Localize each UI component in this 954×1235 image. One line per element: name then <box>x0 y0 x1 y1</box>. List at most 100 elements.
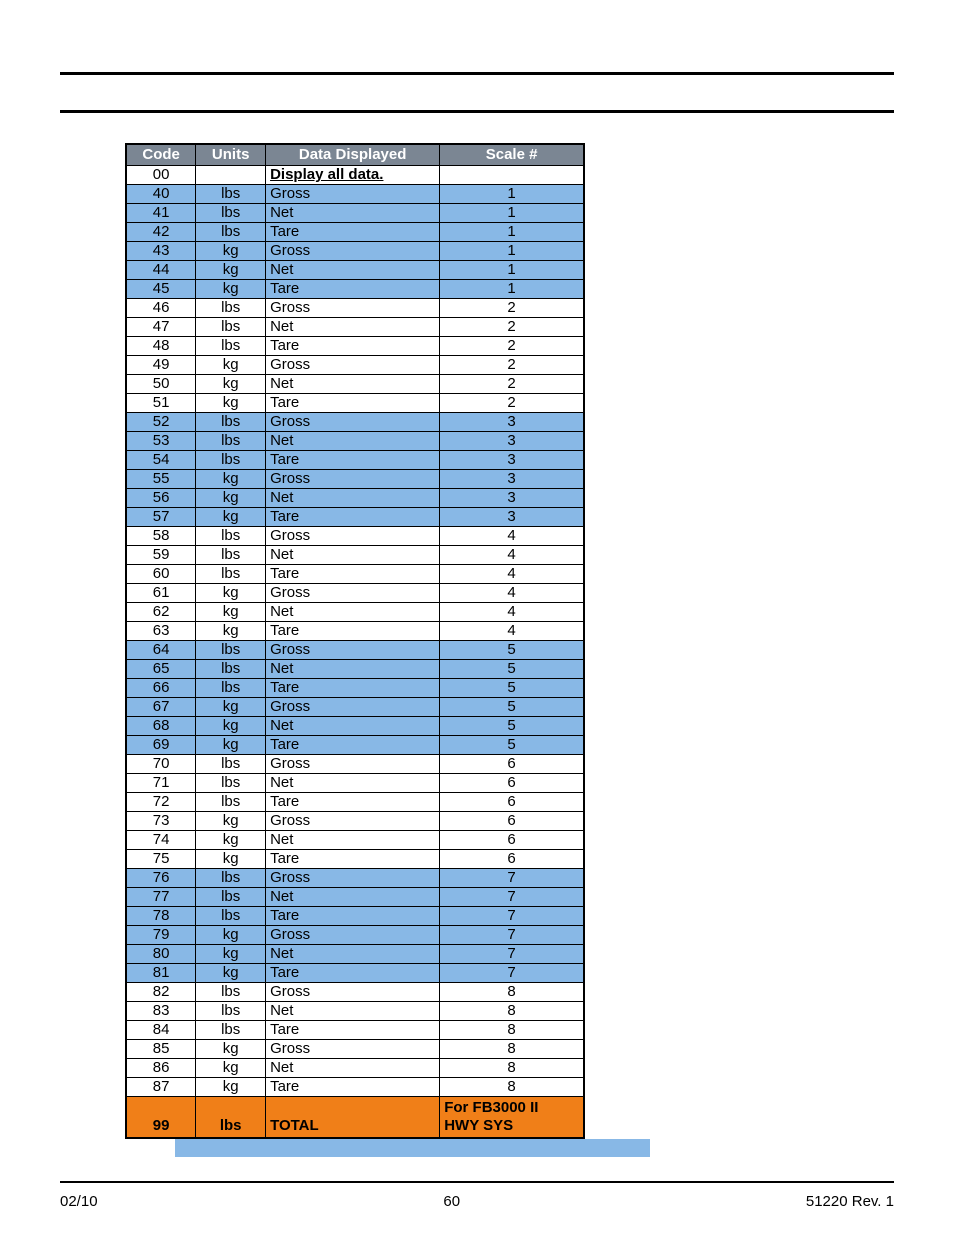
cell-data: Tare <box>266 793 440 812</box>
cell-code: 61 <box>126 584 196 603</box>
cell-units: lbs <box>196 223 266 242</box>
table-row: 00 Display all data. <box>126 166 584 185</box>
cell-data: Gross <box>266 641 440 660</box>
cell-units: kg <box>196 831 266 850</box>
cell-units: lbs <box>196 660 266 679</box>
header-units: Units <box>196 144 266 166</box>
cell-code: 65 <box>126 660 196 679</box>
cell-units: kg <box>196 242 266 261</box>
cell-data: Net <box>266 204 440 223</box>
cell-code: 55 <box>126 470 196 489</box>
footer-right: 51220 Rev. 1 <box>806 1193 894 1210</box>
table-row: 48lbsTare2 <box>126 337 584 356</box>
cell-scale: 5 <box>440 641 584 660</box>
cell-data: Tare <box>266 451 440 470</box>
cell-scale: 4 <box>440 546 584 565</box>
cell-units: lbs <box>196 527 266 546</box>
table-row: 76lbsGross7 <box>126 869 584 888</box>
cell-data: Tare <box>266 622 440 641</box>
cell-data: Gross <box>266 983 440 1002</box>
table-row: 70lbsGross6 <box>126 755 584 774</box>
cell-data: Gross <box>266 185 440 204</box>
table-row: 44kgNet1 <box>126 261 584 280</box>
cell-scale: 7 <box>440 964 584 983</box>
cell-data: Gross <box>266 299 440 318</box>
cell-code: 99 <box>126 1097 196 1139</box>
table-row: 57kgTare3 <box>126 508 584 527</box>
table-row: 73kgGross6 <box>126 812 584 831</box>
cell-scale: 8 <box>440 1002 584 1021</box>
cell-scale: 4 <box>440 622 584 641</box>
cell-code: 77 <box>126 888 196 907</box>
cell-data: Net <box>266 489 440 508</box>
table-row: 62kgNet4 <box>126 603 584 622</box>
cell-scale: 8 <box>440 1040 584 1059</box>
cell-code: 41 <box>126 204 196 223</box>
cell-scale: 1 <box>440 223 584 242</box>
cell-scale: 2 <box>440 337 584 356</box>
cell-data: Net <box>266 888 440 907</box>
cell-data: Gross <box>266 869 440 888</box>
table-row: 49kgGross2 <box>126 356 584 375</box>
cell-data: Gross <box>266 470 440 489</box>
cell-code: 58 <box>126 527 196 546</box>
cell-units: kg <box>196 622 266 641</box>
table-row: 45kgTare1 <box>126 280 584 299</box>
cell-scale: 6 <box>440 850 584 869</box>
cell-data: Gross <box>266 1040 440 1059</box>
cell-units: lbs <box>196 413 266 432</box>
cell-scale: 7 <box>440 926 584 945</box>
table-row: 61kgGross4 <box>126 584 584 603</box>
cell-data: Net <box>266 945 440 964</box>
cell-units: kg <box>196 584 266 603</box>
table-row: 66lbsTare5 <box>126 679 584 698</box>
cell-units: kg <box>196 356 266 375</box>
cell-data: Net <box>266 432 440 451</box>
cell-data: Tare <box>266 565 440 584</box>
cell-code: 84 <box>126 1021 196 1040</box>
cell-code: 75 <box>126 850 196 869</box>
cell-units: kg <box>196 964 266 983</box>
cell-data: Gross <box>266 926 440 945</box>
table-row: 40lbsGross1 <box>126 185 584 204</box>
cell-units: lbs <box>196 793 266 812</box>
cell-code: 72 <box>126 793 196 812</box>
cell-code: 80 <box>126 945 196 964</box>
cell-data: Display all data. <box>266 166 440 185</box>
cell-units: kg <box>196 489 266 508</box>
cell-data: TOTAL <box>266 1097 440 1139</box>
cell-code: 70 <box>126 755 196 774</box>
table-row: 54lbsTare3 <box>126 451 584 470</box>
cell-data: Tare <box>266 223 440 242</box>
cell-code: 54 <box>126 451 196 470</box>
cell-units: kg <box>196 812 266 831</box>
footer-left: 02/10 <box>60 1193 98 1210</box>
cell-data: Tare <box>266 907 440 926</box>
cell-data: Tare <box>266 1021 440 1040</box>
cell-data: Net <box>266 318 440 337</box>
cell-data: Gross <box>266 356 440 375</box>
cell-units: kg <box>196 394 266 413</box>
cell-units: lbs <box>196 451 266 470</box>
cell-scale: 4 <box>440 603 584 622</box>
cell-scale: 5 <box>440 660 584 679</box>
cell-scale: 6 <box>440 774 584 793</box>
cell-code: 68 <box>126 717 196 736</box>
cell-code: 87 <box>126 1078 196 1097</box>
cell-units: lbs <box>196 1097 266 1139</box>
cell-code: 40 <box>126 185 196 204</box>
cell-data: Tare <box>266 337 440 356</box>
table-row: 77lbsNet7 <box>126 888 584 907</box>
page-footer: 02/10 60 51220 Rev. 1 <box>60 1193 894 1210</box>
table-row: 55kgGross3 <box>126 470 584 489</box>
cell-data: Gross <box>266 812 440 831</box>
cell-code: 66 <box>126 679 196 698</box>
table-row: 56kgNet3 <box>126 489 584 508</box>
table-row: 59lbsNet4 <box>126 546 584 565</box>
cell-scale: 5 <box>440 717 584 736</box>
table-row: 80kgNet7 <box>126 945 584 964</box>
cell-code: 56 <box>126 489 196 508</box>
cell-code: 63 <box>126 622 196 641</box>
table-row: 43kgGross1 <box>126 242 584 261</box>
cell-data: Gross <box>266 413 440 432</box>
